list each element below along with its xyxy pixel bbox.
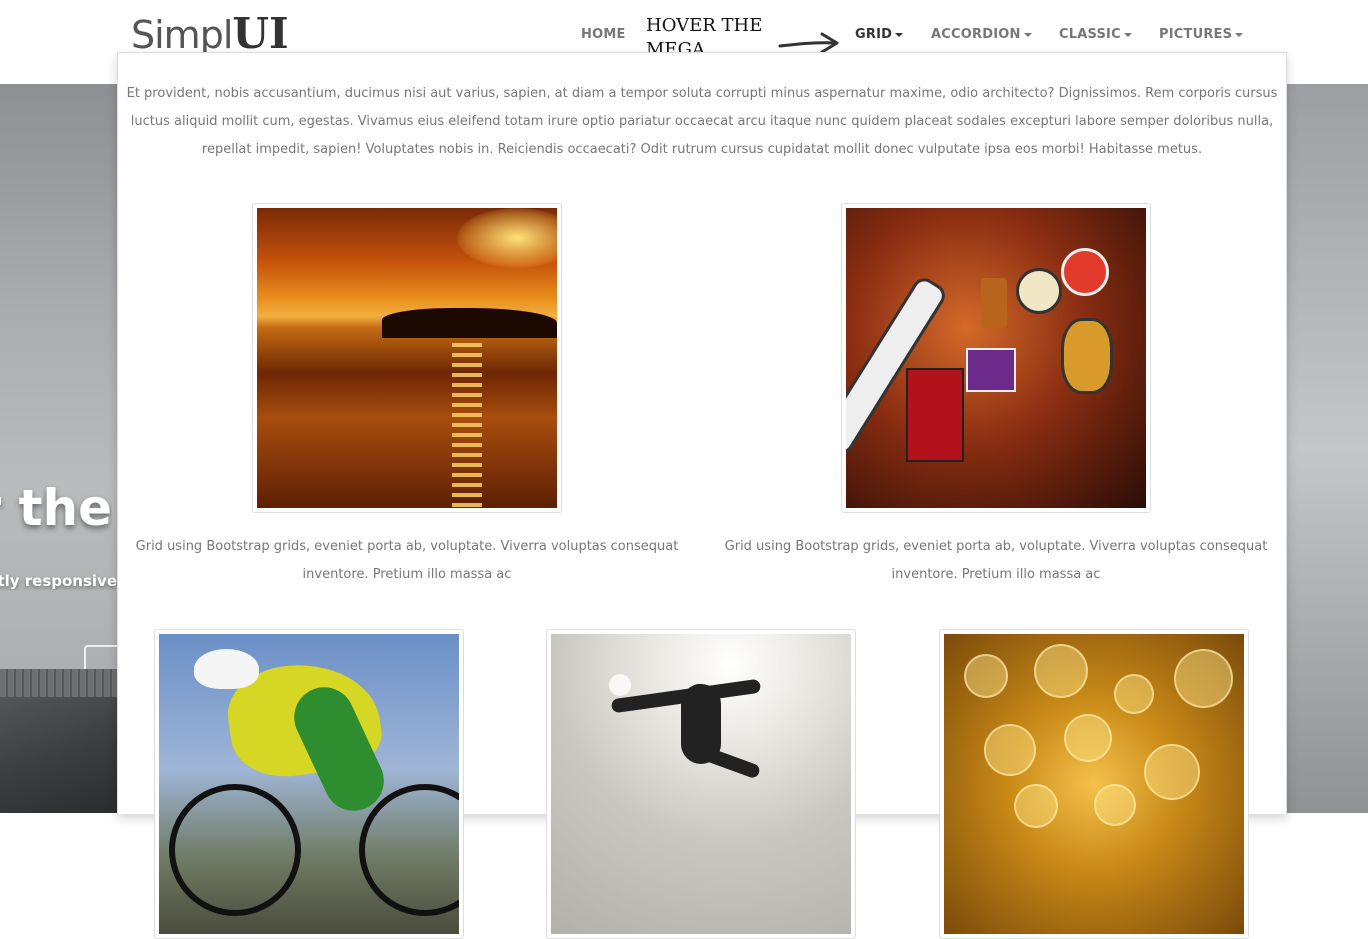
thumbnail-cyclist[interactable]	[154, 629, 464, 939]
jump-kick-photo	[551, 634, 851, 934]
caret-down-icon	[1235, 32, 1244, 37]
nav-home-label: HOME	[581, 27, 626, 42]
mega-menu-intro: Et provident, nobis accusantium, ducimus…	[126, 86, 1278, 157]
thumbnail-bar-wall[interactable]	[841, 203, 1151, 513]
hero-background-right	[1286, 84, 1368, 813]
cyclist-photo	[159, 634, 459, 934]
thumbnail-sunset[interactable]	[252, 203, 562, 513]
brand-logo-bold: UI	[232, 9, 289, 58]
hero-subtitle: ctly responsive	[0, 572, 117, 590]
nav-accordion[interactable]: ACCORDION	[931, 27, 1032, 42]
caret-down-icon	[1023, 32, 1032, 37]
nav-classic-label: CLASSIC	[1059, 27, 1121, 42]
hero-background-image	[0, 669, 117, 813]
mega-menu-grid: Et provident, nobis accusantium, ducimus…	[117, 52, 1287, 939]
nav-home[interactable]: HOME	[581, 27, 626, 42]
caret-down-icon	[1123, 32, 1132, 37]
brand-logo[interactable]: SimplUI	[131, 9, 289, 58]
nav-accordion-label: ACCORDION	[931, 27, 1021, 42]
bar-wall-photo	[846, 208, 1146, 508]
nav-grid[interactable]: GRID	[855, 27, 904, 42]
nav-pictures[interactable]: PICTURES	[1159, 27, 1244, 42]
nav-grid-label: GRID	[855, 27, 893, 42]
nav-pictures-label: PICTURES	[1159, 27, 1233, 42]
thumbnail-caption: Grid using Bootstrap grids, eveniet port…	[724, 539, 1268, 582]
sunset-photo	[257, 208, 557, 508]
bokeh-lights-photo	[944, 634, 1244, 934]
nav-classic[interactable]: CLASSIC	[1059, 27, 1132, 42]
thumbnail-jump-kick[interactable]	[546, 629, 856, 939]
brand-logo-light: Simpl	[131, 13, 233, 57]
thumbnail-caption: Grid using Bootstrap grids, eveniet port…	[135, 539, 679, 582]
hero-title: r the	[0, 479, 112, 537]
caret-down-icon	[895, 32, 904, 37]
thumbnail-bokeh[interactable]	[939, 629, 1249, 939]
hover-hint: HOVER THE MEGA MENUS	[646, 15, 763, 52]
